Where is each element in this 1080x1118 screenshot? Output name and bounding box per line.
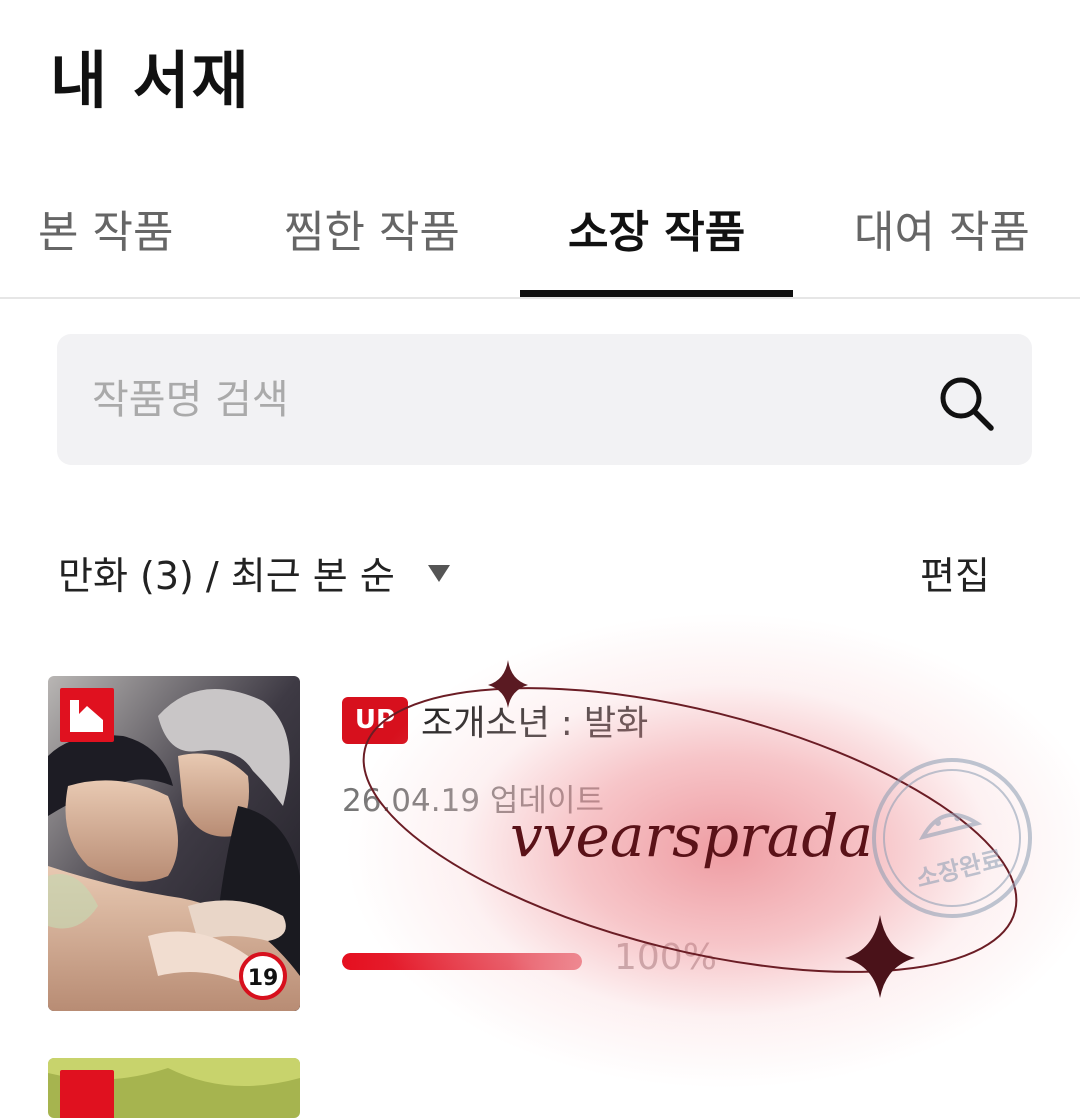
search-input[interactable] [92, 362, 912, 437]
age-19-badge-icon: 19 [239, 952, 287, 1000]
book-cover[interactable]: 19 [48, 676, 300, 1011]
reading-progress-percent: 100% [614, 937, 717, 978]
svg-text:19: 19 [248, 966, 279, 991]
publisher-logo-icon-2 [60, 1070, 114, 1118]
page-title: 내 서재 [50, 44, 251, 117]
tab-wishlist[interactable]: 찜한 작품 [284, 196, 460, 260]
cover-artwork: 19 [48, 676, 300, 1011]
tab-owned[interactable]: 소장 작품 [568, 196, 745, 260]
update-badge: UP [342, 697, 408, 744]
tab-rented[interactable]: 대여 작품 [854, 196, 1030, 260]
tabs-divider [0, 297, 1080, 299]
book-cover-2[interactable] [48, 1058, 300, 1118]
sparkle-large-icon [845, 915, 915, 998]
edit-button[interactable]: 편집 [920, 545, 990, 600]
book-title[interactable]: 조개소년 : 발화 [421, 695, 648, 746]
reading-progress-fill [342, 953, 582, 970]
search-bar [57, 334, 1032, 465]
owned-stamp-icon: 소장완료 [872, 758, 1032, 918]
publisher-logo-icon [60, 688, 114, 742]
caret-down-icon[interactable] [426, 562, 452, 584]
pink-glow-decoration [330, 570, 1080, 1110]
cover-artwork-2 [48, 1058, 300, 1118]
update-date: 26.04.19 업데이트 [342, 783, 604, 819]
search-icon[interactable] [935, 372, 999, 436]
tab-viewed[interactable]: 본 작품 [38, 196, 173, 260]
reading-progress-bar [342, 953, 582, 970]
active-tab-indicator [520, 290, 793, 297]
sort-filter-dropdown[interactable]: 만화 (3) / 최근 본 순 [58, 545, 395, 600]
svg-text:소장완료: 소장완료 [914, 845, 1006, 894]
